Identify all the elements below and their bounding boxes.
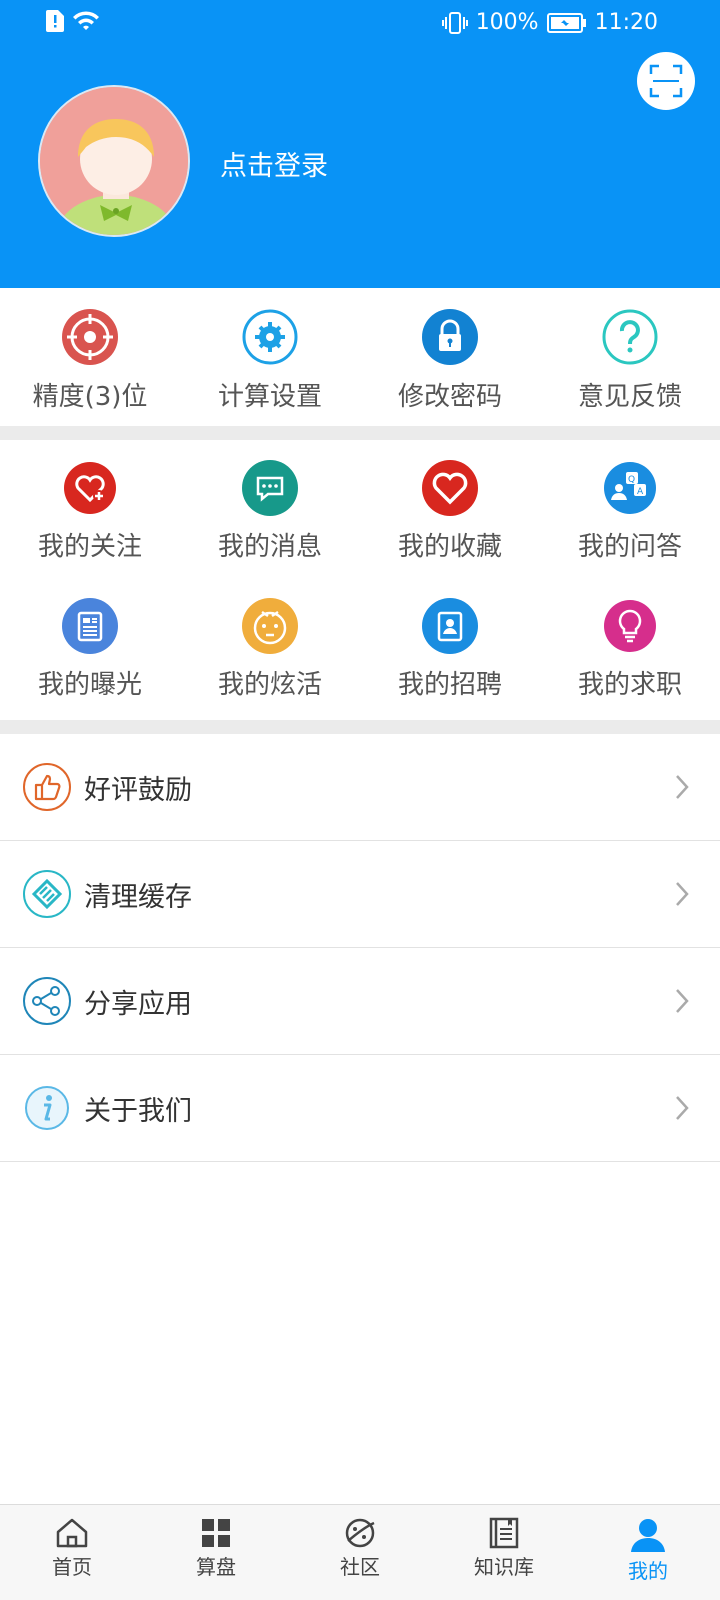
list-item-label: 好评鼓励 (84, 774, 192, 806)
profile-header: 100% 11:20 点击登录 (0, 0, 720, 288)
my-item-label: 我的问答 (577, 532, 682, 562)
broom-icon (23, 870, 71, 918)
heart-icon (422, 460, 478, 516)
battery-percent: 100% (475, 10, 539, 35)
target-icon (62, 309, 118, 365)
list-item-label: 分享应用 (84, 988, 192, 1020)
clock: 11:20 (594, 10, 658, 35)
change-password[interactable]: 修改密码 (360, 288, 540, 426)
my-item-label: 我的求职 (577, 670, 682, 700)
lock-icon (422, 309, 478, 365)
battery-icon (546, 12, 586, 33)
default-avatar-icon (40, 87, 188, 235)
my-item-label: 我的消息 (217, 532, 322, 562)
precision-setting[interactable]: 精度(3)位 (0, 288, 180, 426)
news-icon (62, 598, 118, 654)
calc-settings[interactable]: 计算设置 (180, 288, 360, 426)
svg-text:Q: Q (628, 475, 635, 485)
about-us-item[interactable]: 关于我们 (0, 1055, 720, 1162)
quick-action-label: 意见反馈 (577, 382, 682, 412)
quick-action-label: 修改密码 (397, 382, 502, 412)
status-bar: 100% 11:20 (0, 0, 720, 50)
login-link[interactable]: 点击登录 (220, 144, 328, 183)
share-icon (23, 977, 71, 1025)
my-item-label: 我的招聘 (397, 670, 502, 700)
my-item-label: 我的曝光 (37, 670, 142, 700)
qa-icon: QA (604, 462, 656, 514)
section-divider (0, 720, 720, 734)
bulb-icon (604, 600, 656, 652)
my-item-label: 我的收藏 (397, 532, 502, 562)
my-favorites[interactable]: 我的收藏 (360, 440, 540, 578)
home-icon (56, 1518, 88, 1548)
thumbs-up-icon (23, 763, 71, 811)
my-follows[interactable]: 我的关注 (0, 440, 180, 578)
nav-community[interactable]: 社区 (288, 1505, 432, 1600)
share-app-item[interactable]: 分享应用 (0, 948, 720, 1055)
nav-knowledge[interactable]: 知识库 (432, 1505, 576, 1600)
feedback[interactable]: 意见反馈 (540, 288, 720, 426)
wifi-icon (73, 11, 99, 30)
my-messages[interactable]: 我的消息 (180, 440, 360, 578)
quick-action-label: 计算设置 (217, 382, 322, 412)
badge-icon (422, 598, 478, 654)
quick-action-label: 精度(3)位 (32, 382, 148, 412)
avatar[interactable] (38, 85, 190, 237)
nav-abacus[interactable]: 算盘 (144, 1505, 288, 1600)
person-icon (631, 1519, 665, 1552)
section-divider (0, 426, 720, 440)
nav-label: 知识库 (474, 1555, 534, 1579)
bottom-nav: 首页 算盘 社区 知识库 我的 (0, 1504, 720, 1600)
rate-app-item[interactable]: 好评鼓励 (0, 734, 720, 841)
question-icon (602, 309, 658, 365)
my-qa[interactable]: QA 我的问答 (540, 440, 720, 578)
vibrate-icon (441, 11, 468, 34)
chevron-right-icon (676, 1096, 689, 1120)
message-icon (242, 460, 298, 516)
chevron-right-icon (676, 989, 689, 1013)
settings-list: 好评鼓励 清理缓存 分享应用 关于我们 (0, 734, 720, 1162)
sim-alert-icon (46, 10, 64, 32)
my-exposure[interactable]: 我的曝光 (0, 578, 180, 716)
info-icon (25, 1086, 69, 1130)
book-icon (489, 1517, 519, 1549)
planet-icon (345, 1518, 375, 1548)
nav-label: 首页 (52, 1555, 92, 1579)
list-item-label: 关于我们 (84, 1095, 192, 1127)
gear-icon (242, 309, 298, 365)
grid-icon (202, 1519, 230, 1547)
list-item-label: 清理缓存 (84, 881, 192, 913)
nav-home[interactable]: 首页 (0, 1505, 144, 1600)
scan-icon (649, 64, 683, 98)
my-recruitment[interactable]: 我的招聘 (360, 578, 540, 716)
nav-mine[interactable]: 我的 (576, 1505, 720, 1600)
chevron-right-icon (676, 775, 689, 799)
nav-label: 社区 (340, 1555, 380, 1579)
svg-text:A: A (637, 487, 644, 497)
quick-actions: 精度(3)位 计算设置 修改密码 意见反馈 (0, 288, 720, 426)
my-job-search[interactable]: 我的求职 (540, 578, 720, 716)
my-item-label: 我的炫活 (217, 670, 322, 700)
face-icon (242, 598, 298, 654)
scan-button[interactable] (637, 52, 695, 110)
nav-label: 算盘 (196, 1555, 236, 1579)
my-items-grid: 我的关注 我的消息 我的收藏 QA 我的问答 我的曝光 我的炫活 我的招聘 我的… (0, 440, 720, 720)
chevron-right-icon (676, 882, 689, 906)
nav-label: 我的 (628, 1559, 668, 1583)
clear-cache-item[interactable]: 清理缓存 (0, 841, 720, 948)
heart-plus-icon (64, 462, 116, 514)
my-showoff[interactable]: 我的炫活 (180, 578, 360, 716)
my-item-label: 我的关注 (37, 532, 142, 562)
